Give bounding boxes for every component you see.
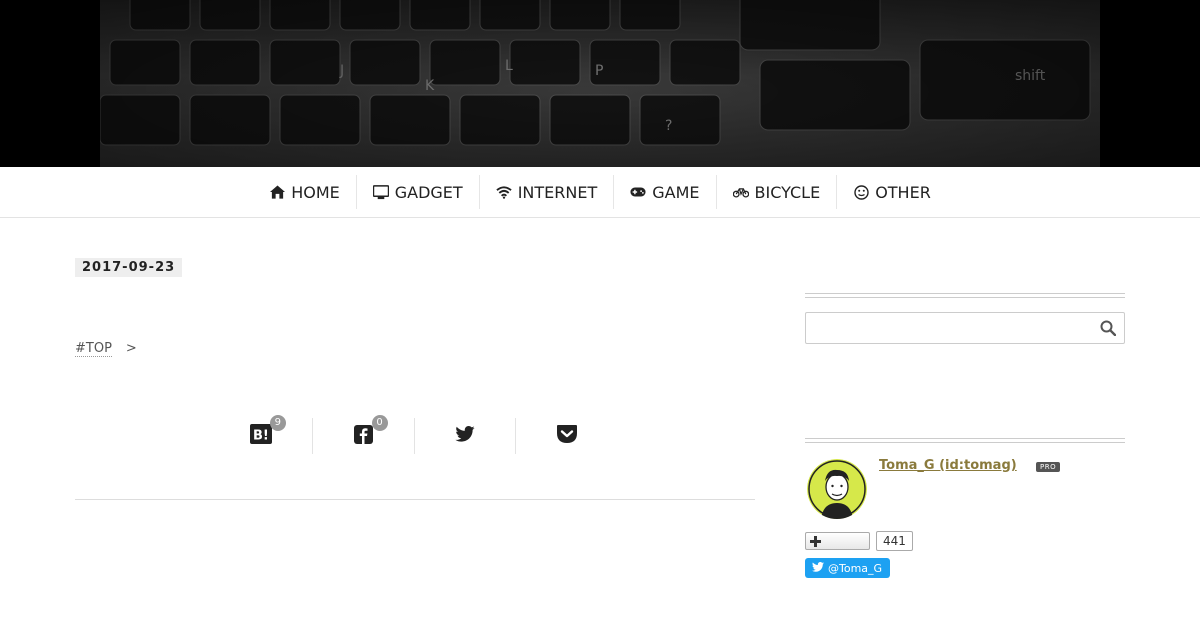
facebook-count-badge: 0 — [371, 415, 388, 431]
plus-icon — [810, 532, 821, 551]
pro-badge: PRO — [1036, 462, 1061, 472]
nav-item-gadget[interactable]: GADGET — [355, 175, 479, 209]
nav-item-label: OTHER — [875, 182, 931, 202]
breadcrumb: #TOP > — [75, 341, 141, 357]
pocket-icon — [556, 424, 578, 448]
gamepad-icon — [630, 184, 646, 200]
twitter-bird-icon — [812, 561, 824, 575]
nav-item-label: BICYCLE — [754, 182, 821, 202]
hatena-bookmark-button[interactable]: B! 9 — [211, 415, 312, 454]
twitter-share-button[interactable] — [413, 418, 516, 454]
nav-item-game[interactable]: GAME — [613, 175, 715, 209]
content-divider — [75, 499, 755, 500]
nav-item-internet[interactable]: INTERNET — [478, 175, 614, 209]
search-input[interactable] — [805, 312, 1125, 344]
nav-item-bicycle[interactable]: BICYCLE — [715, 175, 837, 209]
global-nav: HOME GADGET INTERNET GAME BICYCLE OTHER — [0, 167, 1200, 218]
nav-item-label: HOME — [291, 182, 340, 202]
breadcrumb-separator: > — [125, 341, 137, 356]
hatena-count-badge: 9 — [269, 415, 286, 431]
facebook-share-button[interactable]: 0 — [311, 415, 414, 454]
follow-button[interactable] — [805, 532, 870, 550]
home-icon — [269, 184, 285, 200]
nav-item-home[interactable]: HOME — [253, 175, 356, 209]
search-icon[interactable] — [1100, 320, 1117, 337]
facebook-icon — [353, 424, 373, 448]
avatar[interactable] — [807, 459, 867, 519]
twitter-handle-label: @Toma_G — [828, 561, 883, 575]
monitor-icon — [372, 184, 389, 200]
nav-item-label: GADGET — [394, 182, 463, 202]
profile-name-link[interactable]: Toma_G (id:tomag) — [879, 458, 1017, 473]
svg-text:B!: B! — [253, 429, 269, 444]
entry-date[interactable]: 2017-09-23 — [75, 258, 183, 277]
share-bar: B! 9 0 — [211, 415, 617, 454]
bicycle-icon — [732, 184, 749, 200]
twitter-follow-button[interactable]: @Toma_G — [805, 558, 890, 578]
pocket-button[interactable] — [515, 418, 617, 454]
sidebar-heading-rule — [805, 293, 1125, 298]
smile-icon — [853, 184, 869, 200]
nav-item-label: INTERNET — [517, 182, 598, 202]
hatena-bookmark-icon: B! — [250, 424, 273, 448]
sidebar-heading-rule — [805, 438, 1125, 443]
follower-count: 441 — [876, 531, 913, 551]
breadcrumb-top-link[interactable]: #TOP — [75, 341, 112, 357]
blog-header: KLP J?shift — [0, 0, 1200, 167]
wifi-icon — [496, 184, 512, 200]
nav-item-other[interactable]: OTHER — [836, 175, 947, 209]
header-keyboard-image: KLP J?shift — [100, 0, 1100, 167]
twitter-bird-icon — [455, 426, 475, 446]
nav-item-label: GAME — [652, 182, 700, 202]
